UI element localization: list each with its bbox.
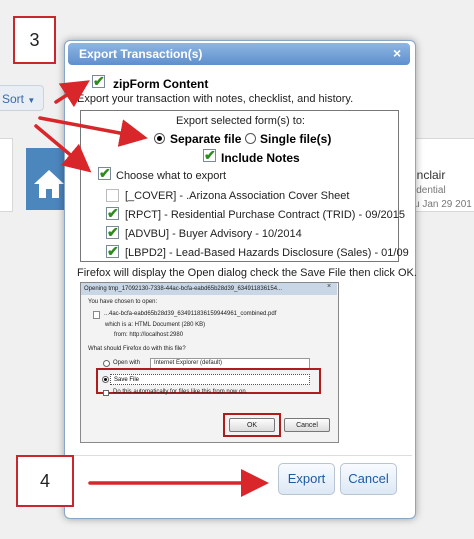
step-4-callout: 4	[16, 455, 74, 507]
arrow-separate-file	[38, 116, 148, 147]
arrow-choose-export	[34, 124, 92, 173]
step-3-callout: 3	[13, 16, 56, 64]
arrow-zipform	[54, 80, 90, 108]
